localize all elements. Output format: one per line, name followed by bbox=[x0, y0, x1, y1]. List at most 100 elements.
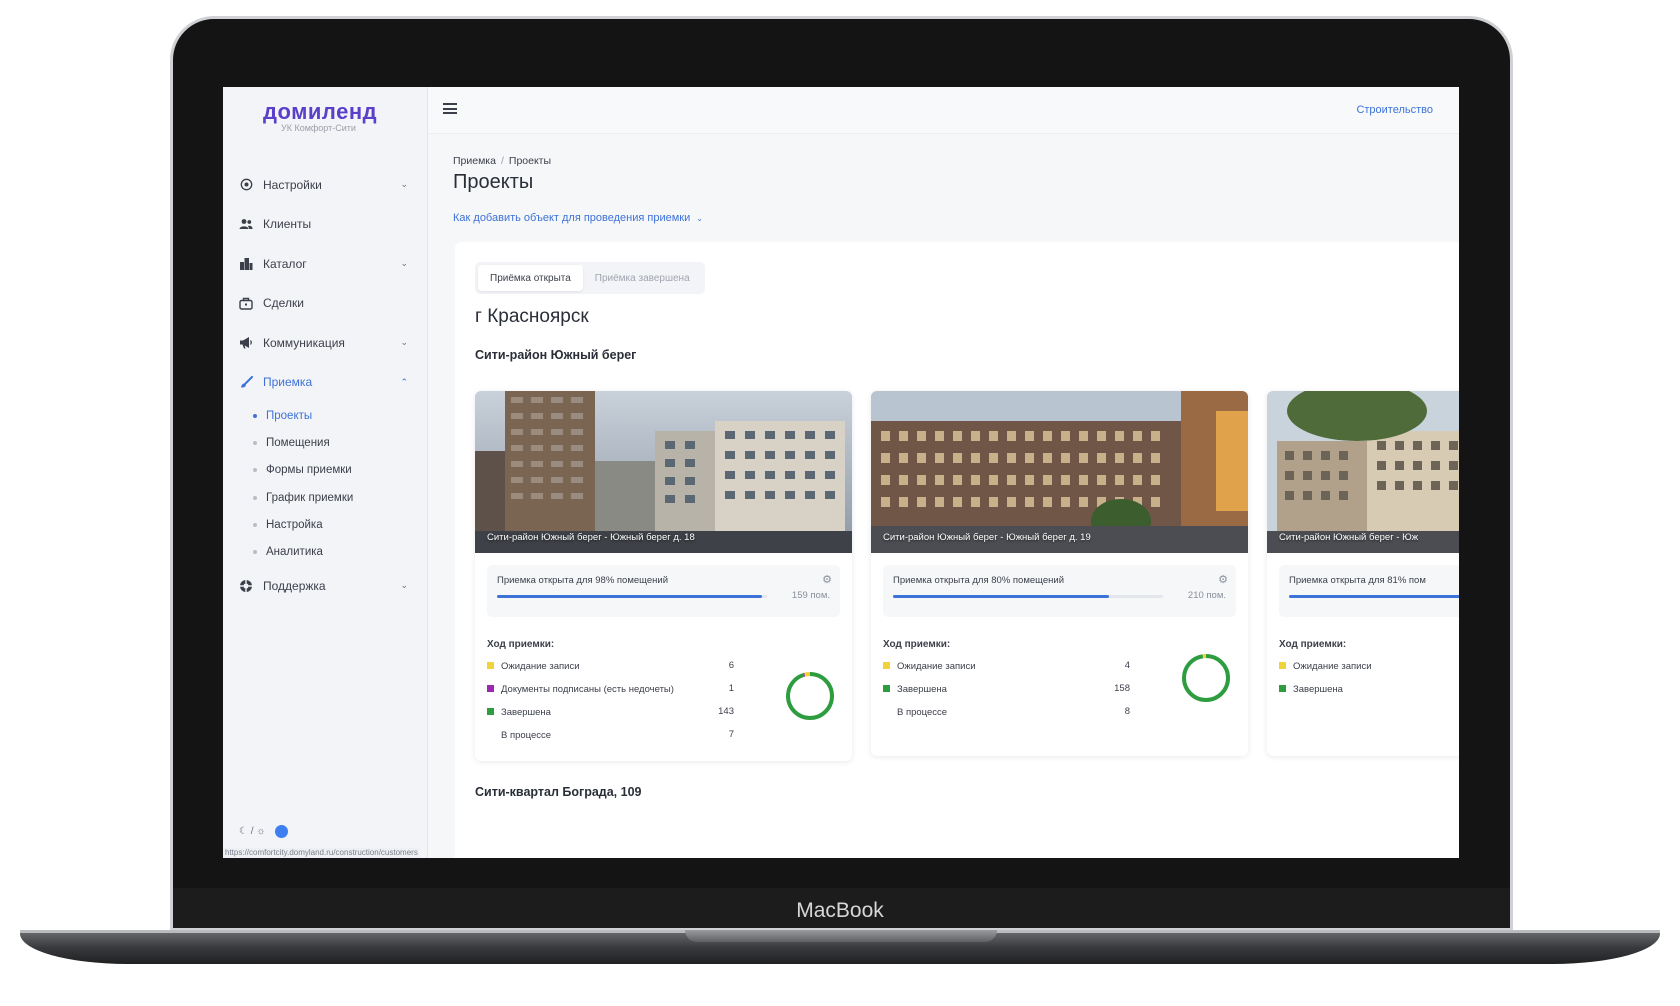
sidebar-item-support[interactable]: Поддержка ⌄ bbox=[223, 566, 428, 606]
screen: домиленд УК Комфорт-Сити Настройки ⌄ Кли… bbox=[223, 87, 1459, 858]
progress-track bbox=[497, 595, 767, 598]
building-caption: Сити-район Южный берег - Южный берег д. … bbox=[487, 532, 695, 543]
gear-icon[interactable]: ⚙ bbox=[822, 573, 832, 586]
progress-donut bbox=[1182, 654, 1230, 702]
buildings-icon bbox=[239, 257, 253, 271]
progress-text: Приемка открыта для 81% пом bbox=[1289, 575, 1426, 586]
progress-fill bbox=[497, 595, 762, 598]
briefcase-icon bbox=[239, 296, 253, 310]
tab-acceptance-closed[interactable]: Приёмка завершена bbox=[583, 265, 702, 291]
legend-row: Завершена 143 bbox=[487, 706, 734, 719]
sidebar-item-settings[interactable]: Настройки ⌄ bbox=[223, 165, 428, 205]
legend-label: Завершена bbox=[897, 684, 947, 695]
subnav-item-forms[interactable]: Формы приемки bbox=[253, 457, 428, 484]
donut-segment bbox=[786, 672, 834, 720]
district-heading: Сити-квартал Бограда, 109 bbox=[475, 785, 642, 799]
bullet-icon bbox=[253, 468, 257, 473]
progress-text: Приемка открыта для 80% помещений bbox=[893, 575, 1064, 586]
legend-row: Завершена bbox=[1279, 683, 1459, 696]
bullet-icon bbox=[253, 522, 257, 527]
subnav-item-premises[interactable]: Помещения bbox=[253, 429, 428, 456]
legend-label: Ожидание записи bbox=[1293, 661, 1372, 672]
legend-row: Документы подписаны (есть недочеты) 1 bbox=[487, 683, 734, 696]
project-card[interactable]: Сити-район Южный берег - Юж Приемка откр… bbox=[1267, 391, 1459, 756]
bullet-icon bbox=[253, 440, 257, 445]
app-logo[interactable]: домиленд bbox=[263, 99, 377, 125]
sidebar-item-catalog[interactable]: Каталог ⌄ bbox=[223, 244, 428, 284]
sidebar-item-label: Приемка bbox=[263, 375, 313, 390]
legend-value: 1 bbox=[728, 683, 734, 694]
gear-icon[interactable]: ⚙ bbox=[1218, 573, 1228, 586]
legend-value: 8 bbox=[1124, 706, 1130, 717]
sidebar-item-deals[interactable]: Сделки bbox=[223, 284, 428, 324]
sidebar-item-label: Сделки bbox=[263, 296, 304, 311]
progress-fill bbox=[1289, 595, 1459, 598]
premises-count: 159 пом. bbox=[791, 590, 830, 601]
breadcrumb-parent[interactable]: Приемка bbox=[453, 155, 496, 167]
bullet-icon bbox=[253, 550, 257, 555]
bullet-icon bbox=[253, 495, 257, 500]
chevron-up-icon: ⌃ bbox=[400, 376, 408, 387]
legend-value: 158 bbox=[1114, 683, 1130, 694]
legend-swatch bbox=[487, 685, 494, 692]
breadcrumb: Приемка / Проекты bbox=[453, 155, 551, 167]
topbar: Строительство bbox=[428, 87, 1459, 134]
progress-fill bbox=[893, 595, 1109, 598]
building-caption: Сити-район Южный берег - Юж bbox=[1279, 532, 1419, 543]
progress-donut bbox=[786, 672, 834, 720]
district-heading: Сити-район Южный берег bbox=[475, 348, 637, 362]
acceptance-subnav: Проекты Помещения Формы приемки График п… bbox=[223, 402, 428, 566]
megaphone-icon bbox=[239, 336, 253, 350]
subnav-item-schedule[interactable]: График приемки bbox=[253, 484, 428, 511]
menu-icon[interactable] bbox=[443, 103, 457, 114]
legend-swatch bbox=[1279, 685, 1286, 692]
status-legend: Ожидание записи Завершена bbox=[1279, 660, 1459, 696]
legend-swatch bbox=[883, 708, 890, 715]
legend-row: Завершена 158 bbox=[883, 683, 1130, 696]
status-legend: Ожидание записи 6 Документы подписаны (ес… bbox=[487, 660, 734, 742]
users-icon bbox=[239, 217, 253, 231]
subnav-item-analytics[interactable]: Аналитика bbox=[253, 538, 428, 565]
legend-swatch bbox=[1279, 662, 1286, 669]
premises-count: 210 пом. bbox=[1187, 590, 1226, 601]
building-caption: Сити-район Южный берег - Южный берег д. … bbox=[883, 532, 1091, 543]
legend-value: 143 bbox=[718, 706, 734, 717]
legend-label: Завершена bbox=[501, 707, 551, 718]
theme-toggle[interactable]: ☾ / ☼ bbox=[239, 825, 289, 838]
sidebar-item-communication[interactable]: Коммуникация ⌄ bbox=[223, 323, 428, 363]
legend-swatch bbox=[487, 708, 494, 715]
subnav-item-projects[interactable]: Проекты bbox=[253, 402, 428, 429]
tab-acceptance-open[interactable]: Приёмка открыта bbox=[478, 265, 583, 291]
lifebuoy-icon bbox=[239, 579, 253, 593]
subnav-item-label: График приемки bbox=[266, 491, 354, 504]
construction-link[interactable]: Строительство bbox=[1356, 104, 1433, 116]
subnav-item-label: Аналитика bbox=[266, 546, 323, 559]
chevron-down-icon: ⌄ bbox=[400, 580, 408, 591]
building-photo: Сити-район Южный берег - Южный берег д. … bbox=[871, 391, 1248, 553]
legend-label: Ожидание записи bbox=[897, 661, 976, 672]
howto-link[interactable]: Как добавить объект для проведения прием… bbox=[453, 212, 703, 224]
legend-label: В процессе bbox=[501, 730, 552, 741]
project-card[interactable]: Сити-район Южный берег - Южный берег д. … bbox=[475, 391, 852, 761]
sidebar-item-label: Настройки bbox=[263, 177, 322, 192]
projects-panel: Приёмка открыта Приёмка завершена г Крас… bbox=[455, 242, 1459, 858]
project-card[interactable]: Сити-район Южный берег - Южный берег д. … bbox=[871, 391, 1248, 756]
acceptance-progress: Приемка открыта для 80% помещений ⚙ 210 … bbox=[883, 565, 1236, 617]
sidebar-item-label: Коммуникация bbox=[263, 335, 345, 350]
legend-row: Ожидание записи 6 bbox=[487, 660, 734, 673]
progress-text: Приемка открыта для 98% помещений bbox=[497, 575, 668, 586]
chevron-down-icon: ⌄ bbox=[400, 179, 408, 190]
acceptance-progress: Приемка открыта для 81% пом bbox=[1279, 565, 1459, 617]
subnav-item-config[interactable]: Настройка bbox=[253, 511, 428, 538]
sidebar-item-clients[interactable]: Клиенты bbox=[223, 205, 428, 245]
page-title: Проекты bbox=[453, 171, 534, 193]
legend-value: 7 bbox=[728, 729, 734, 740]
theme-toggle-label: ☾ / ☼ bbox=[239, 826, 266, 837]
legend-swatch bbox=[883, 662, 890, 669]
sidebar: домиленд УК Комфорт-Сити Настройки ⌄ Кли… bbox=[223, 87, 428, 858]
building-photo: Сити-район Южный берег - Юж bbox=[1267, 391, 1459, 553]
legend-label: Ожидание записи bbox=[501, 661, 580, 672]
theme-switch-knob[interactable] bbox=[275, 825, 289, 838]
device-label: MacBook bbox=[796, 899, 884, 922]
sidebar-item-acceptance[interactable]: Приемка ⌃ bbox=[223, 363, 428, 403]
